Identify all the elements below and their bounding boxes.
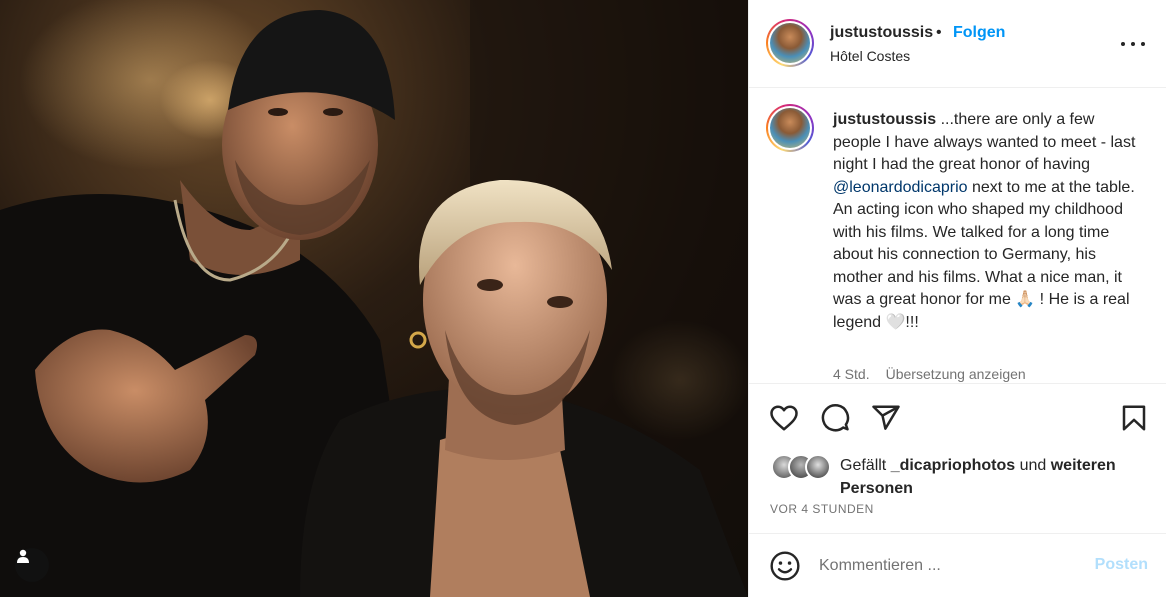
caption-body-2: next to me at the table. An acting icon … [833, 178, 1135, 309]
comment-input[interactable] [819, 552, 1079, 580]
translate-button[interactable]: Übersetzung anzeigen [886, 366, 1026, 382]
liker-avatars[interactable] [771, 454, 835, 482]
location-link[interactable]: Hôtel Costes [830, 48, 910, 64]
author-username-link[interactable]: justustoussis [830, 24, 933, 42]
post-sidebar: justustoussis • Folgen Hôtel Costes just… [748, 0, 1166, 597]
post-timestamp[interactable]: VOR 4 STUNDEN [770, 502, 874, 516]
caption-meta: 4 Std. Übersetzung anzeigen [833, 366, 1026, 382]
smiley-icon[interactable] [769, 550, 801, 582]
comment-bar: Posten [749, 533, 1166, 597]
comment-icon[interactable] [820, 403, 850, 433]
post-comment-button[interactable]: Posten [1095, 556, 1148, 574]
more-horizontal-icon[interactable] [1121, 34, 1145, 54]
action-bar [749, 385, 1166, 447]
caption-text: justustoussis ...there are only a few pe… [833, 109, 1145, 334]
caption-time: 4 Std. [833, 366, 870, 382]
praying-hands-emoji: 🙏🏻 [1015, 291, 1036, 308]
bookmark-icon[interactable] [1119, 403, 1149, 433]
caption-username-link[interactable]: justustoussis [833, 111, 936, 128]
separator-dot: • [936, 24, 942, 41]
liker-username-link[interactable]: _dicapriophotos [891, 457, 1015, 474]
post-photo[interactable] [0, 0, 748, 597]
share-icon[interactable] [871, 403, 901, 433]
likes-summary: Gefällt _dicapriophotos und weiteren Per… [840, 454, 1140, 500]
caption-section: justustoussis ...there are only a few pe… [749, 88, 1166, 384]
likes-prefix: Gefällt [840, 457, 891, 474]
likes-connector: und [1015, 457, 1051, 474]
caption-author-avatar[interactable] [766, 104, 814, 152]
follow-button[interactable]: Folgen [953, 24, 1005, 42]
author-avatar[interactable] [766, 19, 814, 67]
mention-link[interactable]: @leonardodicaprio [833, 179, 968, 196]
likes-section: Gefällt _dicapriophotos und weiteren Per… [749, 452, 1166, 504]
heart-icon[interactable] [769, 403, 799, 433]
caption-body-4: !!! [905, 313, 919, 331]
photo-illustration [0, 0, 748, 597]
user-tag-icon[interactable] [15, 548, 49, 582]
post-header: justustoussis • Folgen Hôtel Costes [749, 0, 1166, 88]
white-heart-emoji: 🤍 [885, 313, 906, 331]
